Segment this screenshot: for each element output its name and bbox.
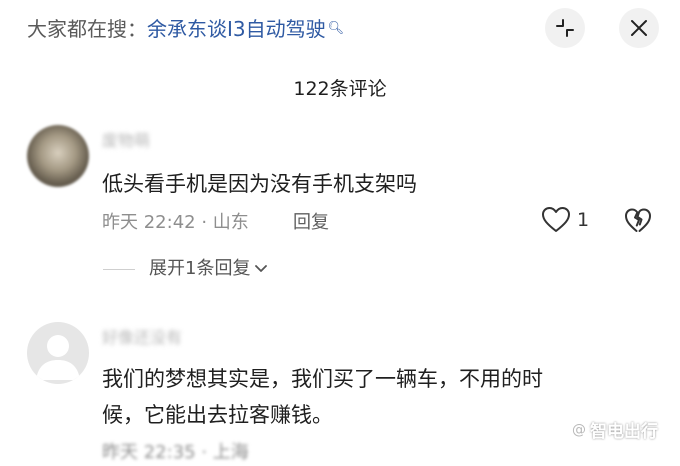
search-icon: 🔍︎ [327, 21, 345, 36]
chevron-down-icon [255, 265, 268, 272]
comment-username[interactable]: 废物萌 [102, 130, 150, 152]
top-bar: 大家都在搜：余承东谈I3自动驾驶 🔍︎ [0, 0, 680, 58]
comment-meta: 昨天 22:35 · 上海 [102, 442, 249, 463]
comment-text: 低头看手机是因为没有手机支架吗 [102, 172, 417, 196]
expand-replies-label: 展开1条回复 [149, 258, 251, 279]
dislike-button[interactable] [624, 207, 652, 237]
default-avatar-icon [36, 335, 80, 380]
avatar[interactable] [27, 125, 89, 187]
like-button[interactable]: 1 [541, 206, 589, 233]
comment-text-line: 我们的梦想其实是，我们买了一辆车，不用的时 [102, 367, 543, 391]
divider [103, 268, 135, 270]
trending-prefix: 大家都在搜： [27, 17, 147, 41]
trending-search[interactable]: 大家都在搜：余承东谈I3自动驾驶 🔍︎ [27, 15, 344, 43]
broken-heart-icon [625, 208, 651, 232]
watermark-at: @ [572, 421, 586, 438]
comments-title: 122条评论 [293, 78, 387, 100]
trending-query-link[interactable]: 余承东谈I3自动驾驶 [147, 17, 326, 41]
collapse-button[interactable] [545, 8, 585, 48]
like-count: 1 [577, 208, 590, 231]
expand-replies[interactable]: 展开1条回复 [103, 256, 268, 282]
close-icon [631, 20, 647, 36]
comment-meta: 昨天 22:42 · 山东 [102, 212, 249, 233]
comment-text-line: 候，它能出去拉客赚钱。 [102, 403, 333, 427]
heart-icon [542, 207, 570, 232]
collapse-icon [556, 19, 574, 37]
reply-button[interactable]: 回复 [293, 210, 329, 236]
watermark: @ 智电出行 [572, 417, 658, 443]
avatar[interactable] [27, 322, 89, 384]
close-button[interactable] [619, 8, 659, 48]
comment-username[interactable]: 好像还没有 [102, 327, 182, 349]
watermark-text: 智电出行 [590, 422, 658, 442]
